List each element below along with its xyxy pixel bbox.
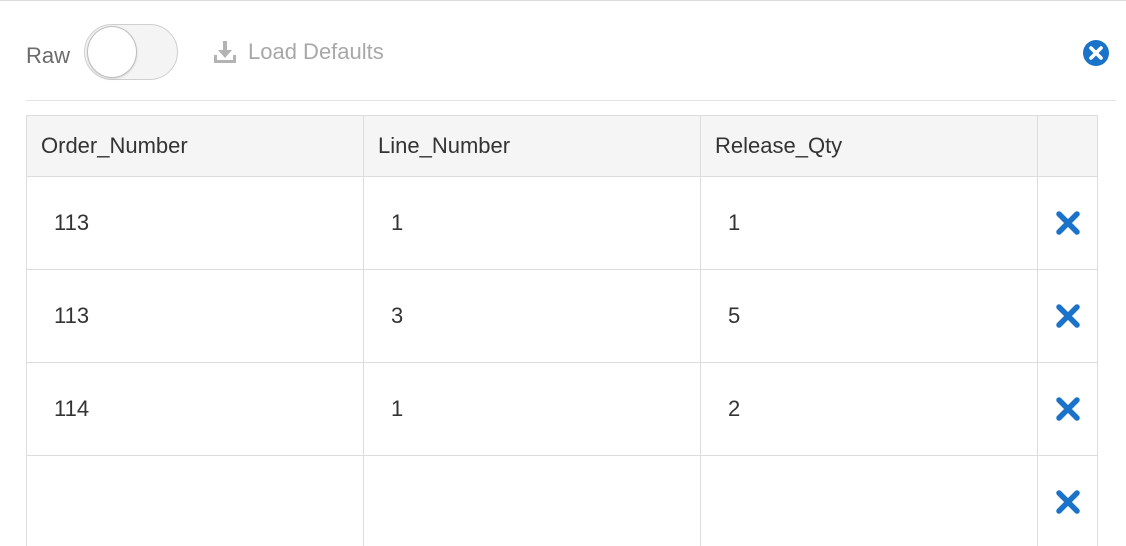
table-row: 113 1 1 xyxy=(26,176,1098,270)
order-number-cell[interactable] xyxy=(26,455,364,546)
line-number-cell[interactable]: 3 xyxy=(363,269,701,363)
order-number-cell[interactable]: 113 xyxy=(26,269,364,363)
load-defaults-label: Load Defaults xyxy=(248,39,384,64)
table-header-row: Order_Number Line_Number Release_Qty xyxy=(26,115,1098,177)
column-header-line-number: Line_Number xyxy=(363,115,701,177)
download-icon xyxy=(212,39,238,65)
row-actions-cell xyxy=(1037,455,1098,546)
column-header-release-qty: Release_Qty xyxy=(700,115,1038,177)
row-actions-cell xyxy=(1037,362,1098,456)
raw-toggle-label: Raw xyxy=(26,43,71,68)
release-qty-cell[interactable] xyxy=(700,455,1038,546)
delete-row-icon[interactable] xyxy=(1054,209,1082,237)
column-header-order-number: Order_Number xyxy=(26,115,364,177)
page: Raw Load Defaults Order_Number Line_Numb… xyxy=(0,0,1126,546)
line-number-cell[interactable]: 1 xyxy=(363,362,701,456)
raw-toggle-knob xyxy=(87,26,137,78)
raw-toggle[interactable] xyxy=(84,24,178,80)
release-qty-cell[interactable]: 2 xyxy=(700,362,1038,456)
load-defaults-button[interactable]: Load Defaults xyxy=(212,34,384,70)
toolbar-divider xyxy=(26,100,1116,101)
data-table: Order_Number Line_Number Release_Qty 113… xyxy=(26,115,1098,546)
order-number-cell[interactable]: 114 xyxy=(26,362,364,456)
delete-row-icon[interactable] xyxy=(1054,488,1082,516)
table-row: 113 3 5 xyxy=(26,269,1098,363)
release-qty-cell[interactable]: 1 xyxy=(700,176,1038,270)
close-circle-icon[interactable] xyxy=(1083,40,1109,66)
table-row xyxy=(26,455,1098,546)
row-actions-cell xyxy=(1037,176,1098,270)
column-header-actions xyxy=(1037,115,1098,177)
delete-row-icon[interactable] xyxy=(1054,395,1082,423)
line-number-cell[interactable]: 1 xyxy=(363,176,701,270)
table-row: 114 1 2 xyxy=(26,362,1098,456)
line-number-cell[interactable] xyxy=(363,455,701,546)
row-actions-cell xyxy=(1037,269,1098,363)
order-number-cell[interactable]: 113 xyxy=(26,176,364,270)
toolbar: Raw Load Defaults xyxy=(26,21,1116,81)
release-qty-cell[interactable]: 5 xyxy=(700,269,1038,363)
delete-row-icon[interactable] xyxy=(1054,302,1082,330)
